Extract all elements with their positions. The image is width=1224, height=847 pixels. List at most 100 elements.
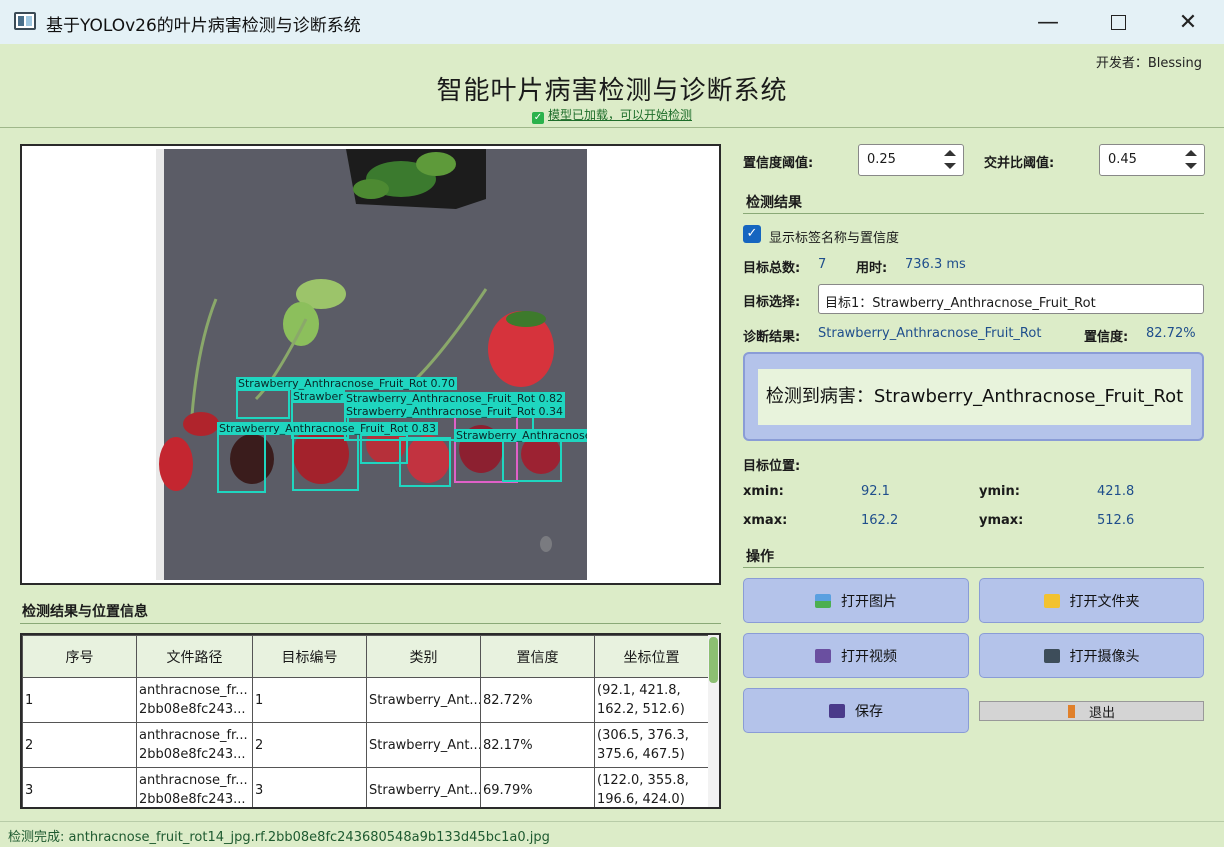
time-value: 736.3 ms	[905, 257, 966, 272]
cell-no: 3	[22, 767, 137, 807]
spin-arrows[interactable]	[939, 147, 961, 173]
detection-box	[236, 389, 290, 419]
spin-up-icon[interactable]	[944, 150, 956, 156]
section-divider	[743, 213, 1204, 214]
open-camera-label: 打开摄像头	[1069, 648, 1140, 665]
folder-icon	[1043, 593, 1060, 608]
xmax-value: 162.2	[861, 513, 899, 528]
detection-box	[217, 429, 266, 493]
video-icon	[815, 648, 831, 663]
cell-confidence: 82.72%	[480, 677, 595, 723]
maximize-button[interactable]	[1083, 0, 1153, 44]
iou-threshold-value: 0.45	[1108, 152, 1137, 167]
table-row[interactable]: 1 anthracnose_fr... 2bb08e8fc243... 1 Str…	[22, 677, 709, 723]
iou-threshold-spinbox[interactable]: 0.45	[1099, 144, 1205, 176]
column-header[interactable]: 坐标位置	[594, 635, 709, 678]
cell-coords: (92.1, 421.8, 162.2, 512.6)	[594, 677, 709, 723]
diagnosis-value: Strawberry_Anthracnose_Fruit_Rot	[818, 326, 1042, 341]
scrollbar-thumb[interactable]	[709, 637, 718, 683]
cell-path-line: anthracnose_fr...	[139, 773, 248, 788]
status-bar: 检测完成: anthracnose_fruit_rot14_jpg.rf.2bb…	[0, 821, 1224, 847]
page-title: 智能叶片病害检测与诊断系统	[436, 76, 788, 106]
open-image-button[interactable]: 打开图片	[743, 578, 969, 623]
header-divider	[0, 127, 1224, 128]
detection-label: Strawberry_Anthracnose_Fruit_Rot 0.70	[236, 377, 458, 390]
table-header-row: 序号 文件路径 目标编号 类别 置信度 坐标位置	[22, 635, 709, 678]
open-folder-button[interactable]: 打开文件夹	[979, 578, 1204, 623]
cell-path-line: 2bb08e8fc243...	[139, 702, 246, 717]
cell-coords-line: (122.0, 355.8,	[597, 773, 689, 788]
cell-no: 2	[22, 722, 137, 768]
open-camera-button[interactable]: 打开摄像头	[979, 633, 1204, 678]
operations-section-title: 操作	[746, 549, 774, 565]
cell-target: 1	[252, 677, 367, 723]
spin-down-icon[interactable]	[944, 163, 956, 169]
column-header[interactable]: 目标编号	[252, 635, 367, 678]
ymin-label: ymin:	[979, 484, 1020, 499]
open-video-label: 打开视频	[841, 648, 897, 665]
cell-path: anthracnose_fr... 2bb08e8fc243...	[136, 722, 253, 768]
open-folder-label: 打开文件夹	[1069, 593, 1140, 610]
table-row[interactable]: 3 anthracnose_fr... 2bb08e8fc243... 3 Str…	[22, 767, 709, 807]
table-row[interactable]: 2 anthracnose_fr... 2bb08e8fc243... 2 Str…	[22, 722, 709, 768]
cell-confidence: 82.17%	[480, 722, 595, 768]
target-select-label: 目标选择:	[743, 295, 801, 310]
ymax-label: ymax:	[979, 513, 1024, 528]
cell-path-line: anthracnose_fr...	[139, 728, 248, 743]
save-button[interactable]: 保存	[743, 688, 969, 733]
cell-coords: (306.5, 376.3, 375.6, 467.5)	[594, 722, 709, 768]
show-labels-label[interactable]: 显示标签名称与置信度	[769, 227, 899, 246]
detection-label: Strawberry_Anthracnose_Fruit_Rot 0.83	[217, 422, 439, 435]
total-label: 目标总数:	[743, 261, 801, 276]
detection-box	[399, 437, 451, 487]
open-image-label: 打开图片	[841, 593, 897, 610]
section-divider	[743, 567, 1204, 568]
detection-section-title: 检测结果	[746, 195, 802, 211]
results-table[interactable]: 序号 文件路径 目标编号 类别 置信度 坐标位置 1 anthracnose_f…	[20, 633, 721, 809]
column-header[interactable]: 文件路径	[136, 635, 253, 678]
confidence-threshold-label: 置信度阈值:	[743, 156, 814, 171]
cell-target: 3	[252, 767, 367, 807]
cell-path-line: 2bb08e8fc243...	[139, 792, 246, 807]
target-select-dropdown[interactable]: 目标1：Strawberry_Anthracnose_Fruit_Rot	[818, 284, 1204, 314]
cell-no: 1	[22, 677, 137, 723]
developer-label: 开发者：Blessing	[1095, 56, 1202, 71]
column-header[interactable]: 序号	[22, 635, 137, 678]
spin-down-icon[interactable]	[1185, 163, 1197, 169]
exit-label: 退出	[1088, 705, 1115, 721]
cell-coords-line: 196.6, 424.0)	[597, 792, 685, 807]
cell-coords: (122.0, 355.8, 196.6, 424.0)	[594, 767, 709, 807]
show-labels-checkbox[interactable]: ✓	[743, 225, 761, 243]
close-button[interactable]: ✕	[1153, 0, 1223, 44]
ymax-value: 512.6	[1097, 513, 1135, 528]
detection-image: Strawberry_Anthracnose_Fruit_Rot 0.70 St…	[156, 149, 587, 580]
spin-up-icon[interactable]	[1185, 150, 1197, 156]
column-header[interactable]: 置信度	[480, 635, 595, 678]
cell-path: anthracnose_fr... 2bb08e8fc243...	[136, 767, 253, 807]
check-icon: ✓	[531, 112, 544, 124]
diagnosis-result-box: 检测到病害：Strawberry_Anthracnose_Fruit_Rot	[743, 352, 1204, 441]
confidence-threshold-value: 0.25	[867, 152, 896, 167]
confidence-threshold-spinbox[interactable]: 0.25	[858, 144, 964, 176]
diagnosis-result-text: 检测到病害：Strawberry_Anthracnose_Fruit_Rot	[758, 369, 1191, 425]
save-label: 保存	[855, 703, 883, 720]
column-header[interactable]: 类别	[366, 635, 481, 678]
title-bar: 基于YOLOv26的叶片病害检测与诊断系统 — ✕	[0, 0, 1224, 44]
minimize-button[interactable]: —	[1013, 0, 1083, 44]
open-video-button[interactable]: 打开视频	[743, 633, 969, 678]
cell-coords-line: (92.1, 421.8,	[597, 683, 681, 698]
detection-box	[292, 429, 359, 491]
cell-class: Strawberry_Ant...	[366, 767, 481, 807]
xmin-value: 92.1	[861, 484, 890, 499]
cell-target: 2	[252, 722, 367, 768]
table-scrollbar[interactable]	[708, 635, 719, 807]
detection-label: Strawberry_Anthracnose_Fruit_Rot 0.60	[454, 429, 587, 442]
results-section-title: 检测结果与位置信息	[22, 604, 148, 620]
iou-threshold-label: 交并比阈值:	[984, 156, 1055, 171]
cell-coords-line: 375.6, 467.5)	[597, 747, 685, 762]
spin-arrows[interactable]	[1180, 147, 1202, 173]
cell-path-line: anthracnose_fr...	[139, 683, 248, 698]
exit-button[interactable]: 退出	[979, 701, 1204, 721]
cell-confidence: 69.79%	[480, 767, 595, 807]
ymin-value: 421.8	[1097, 484, 1135, 499]
